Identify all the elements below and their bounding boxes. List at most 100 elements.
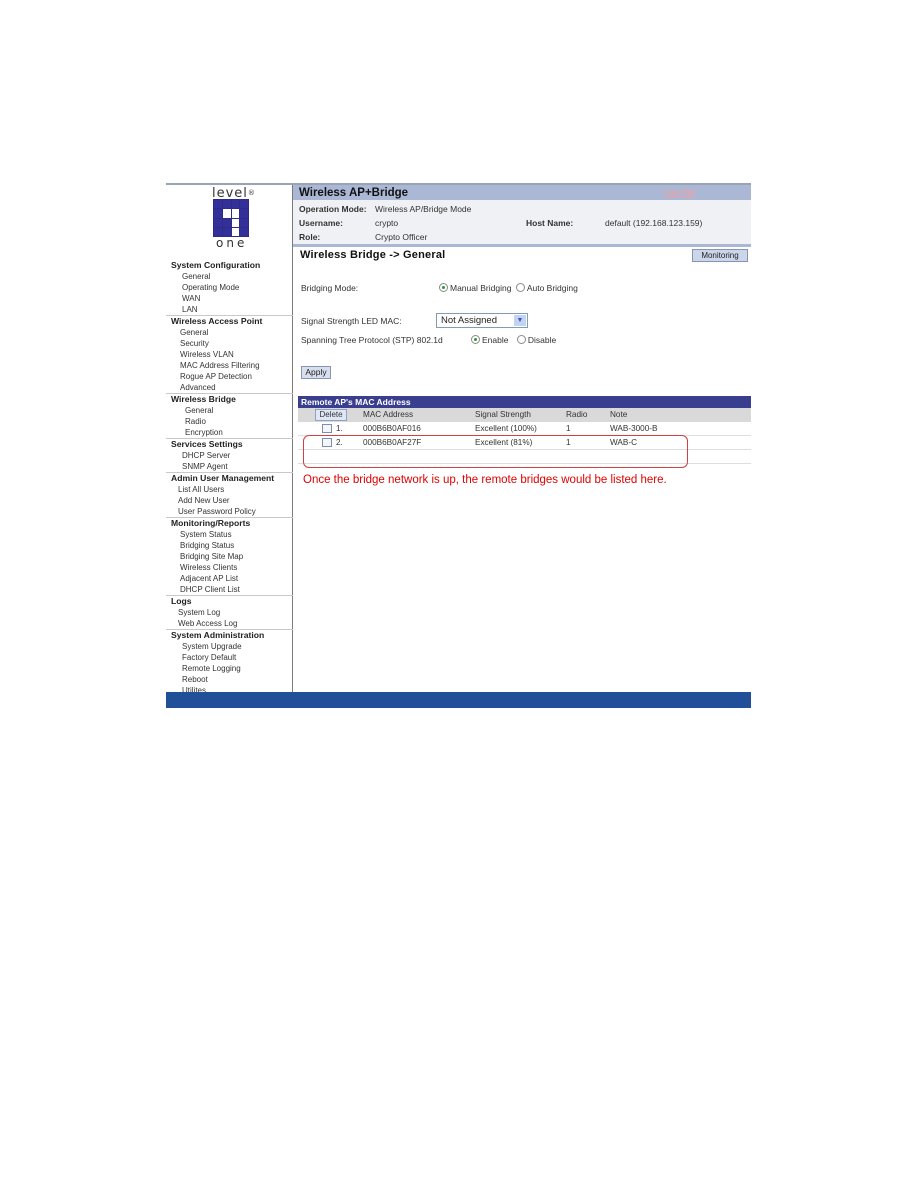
sidebar-item-mac-address-filtering[interactable]: MAC Address Filtering [166, 360, 293, 371]
sidebar-item-general[interactable]: General [166, 405, 293, 416]
sidebar-item-reboot[interactable]: Reboot [166, 674, 293, 685]
stp-label: Spanning Tree Protocol (STP) 802.1d [301, 335, 443, 345]
sidebar-section-heading: Services Settings [171, 439, 243, 449]
row-mac: 000B6B0AF27F [363, 438, 422, 447]
table-header-row: Delete MAC Address Signal Strength Radio… [298, 408, 751, 422]
led-mac-selected-value: Not Assigned [441, 315, 497, 326]
sidebar-item-general[interactable]: General [166, 271, 293, 282]
auto-bridging-radio[interactable] [515, 283, 525, 292]
monitoring-button[interactable]: Monitoring [692, 249, 748, 262]
logo-mark-icon [213, 199, 249, 237]
sidebar-nav: System Configuration General Operating Mod… [166, 260, 293, 696]
logout-link[interactable]: Log Out [664, 188, 695, 197]
row-signal: Excellent (81%) [475, 438, 533, 447]
sidebar-item-system-upgrade[interactable]: System Upgrade [166, 641, 293, 652]
sidebar-section: System Administration System Upgrade Facto… [166, 629, 293, 696]
sidebar-item-dhcp-server[interactable]: DHCP Server [166, 450, 293, 461]
sidebar-item-wireless-vlan[interactable]: Wireless VLAN [166, 349, 293, 360]
sidebar-item-snmp-agent[interactable]: SNMP Agent [166, 461, 293, 472]
sidebar-item-add-new-user[interactable]: Add New User [166, 495, 293, 506]
sidebar-item-system-status[interactable]: System Status [166, 529, 293, 540]
sidebar-item-security[interactable]: Security [166, 338, 293, 349]
operation-mode-label: Operation Mode: [299, 204, 367, 214]
sidebar-item-radio[interactable]: Radio [166, 416, 293, 427]
column-header-note: Note [610, 410, 628, 419]
apply-button[interactable]: Apply [301, 366, 331, 379]
operation-mode-row: Operation Mode: Wireless AP/Bridge Mode [299, 202, 745, 216]
sidebar-section: Admin User Management List All Users Add N… [166, 472, 293, 517]
sidebar-section: Wireless Access Point General Security Wire… [166, 315, 293, 393]
stp-disable-radio[interactable] [516, 335, 526, 344]
sidebar-item-lan[interactable]: LAN [166, 304, 293, 315]
page-header: Wireless Bridge -> General Monitoring [293, 247, 751, 265]
sidebar-item-bridging-site-map[interactable]: Bridging Site Map [166, 551, 293, 562]
footer-bar [166, 692, 751, 708]
column-header-radio: Radio [566, 410, 588, 419]
sidebar-section: Logs System Log Web Access Log [166, 595, 293, 629]
sidebar-section: Monitoring/Reports System Status Bridging … [166, 517, 293, 595]
title-bar: Wireless AP+Bridge Log Out [293, 185, 751, 200]
main-panel: Wireless AP+Bridge Log Out Operation Mod… [293, 185, 751, 692]
chevron-down-icon[interactable]: ▼ [514, 315, 526, 326]
sidebar-item-list-all-users[interactable]: List All Users [166, 484, 293, 495]
sidebar-item-encryption[interactable]: Encryption [166, 427, 293, 438]
table-row: 2. 000B6B0AF27F Excellent (81%) 1 WAB-C [298, 436, 751, 450]
username-value: crypto [375, 218, 399, 228]
remote-ap-table-title: Remote AP's MAC Address [298, 396, 751, 408]
sidebar-section: Wireless Bridge General Radio Encryption [166, 393, 293, 438]
stp-disable-label[interactable]: Disable [528, 335, 556, 345]
role-label: Role: [299, 232, 321, 242]
sidebar-item-advanced[interactable]: Advanced [166, 382, 293, 393]
led-mac-select[interactable]: Not Assigned ▼ [436, 313, 528, 328]
sidebar-item-user-password-policy[interactable]: User Password Policy [166, 506, 293, 517]
auto-bridging-label[interactable]: Auto Bridging [527, 283, 578, 293]
sidebar-item-general[interactable]: General [166, 327, 293, 338]
row-checkbox[interactable] [322, 438, 332, 447]
sidebar-section-heading: Logs [171, 596, 192, 606]
delete-button[interactable]: Delete [315, 409, 347, 421]
sidebar-item-wireless-clients[interactable]: Wireless Clients [166, 562, 293, 573]
sidebar-section-heading: Monitoring/Reports [171, 518, 251, 528]
sidebar-item-rogue-ap-detection[interactable]: Rogue AP Detection [166, 371, 293, 382]
sidebar-item-adjacent-ap-list[interactable]: Adjacent AP List [166, 573, 293, 584]
bridging-mode-label: Bridging Mode: [301, 283, 359, 293]
led-mac-label: Signal Strength LED MAC: [301, 316, 402, 326]
bridging-mode-options: Manual Bridging Auto Bridging [439, 283, 580, 293]
sidebar-section: Services Settings DHCP Server SNMP Agent [166, 438, 293, 472]
router-admin-window: level® one System Configuration General Op… [166, 183, 751, 708]
role-row: Role: Crypto Officer [299, 230, 745, 244]
sidebar-item-wan[interactable]: WAN [166, 293, 293, 304]
row-note: WAB-C [610, 438, 637, 447]
sidebar: level® one System Configuration General Op… [166, 185, 293, 695]
stp-enable-label[interactable]: Enable [482, 335, 508, 345]
username-row: Username: crypto Host Name: default (192… [299, 216, 745, 230]
row-checkbox[interactable] [322, 424, 332, 433]
row-radio: 1 [566, 424, 571, 433]
column-header-mac: MAC Address [363, 410, 414, 419]
device-info: Operation Mode: Wireless AP/Bridge Mode … [293, 200, 751, 247]
stp-enable-radio[interactable] [471, 335, 480, 344]
sidebar-section-heading: System Administration [171, 630, 265, 640]
host-name-label: Host Name: [526, 218, 574, 228]
sidebar-section-heading: Wireless Bridge [171, 394, 236, 404]
role-value: Crypto Officer [375, 232, 428, 242]
sidebar-item-factory-default[interactable]: Factory Default [166, 652, 293, 663]
sidebar-item-web-access-log[interactable]: Web Access Log [166, 618, 293, 629]
row-radio: 1 [566, 438, 571, 447]
app-title: Wireless AP+Bridge [299, 186, 409, 199]
remote-ap-table: Remote AP's MAC Address Delete MAC Addre… [298, 396, 751, 468]
manual-bridging-label[interactable]: Manual Bridging [450, 283, 511, 293]
sidebar-item-remote-logging[interactable]: Remote Logging [166, 663, 293, 674]
sidebar-section-heading: System Configuration [171, 260, 261, 270]
sidebar-item-operating-mode[interactable]: Operating Mode [166, 282, 293, 293]
table-row: 1. 000B6B0AF016 Excellent (100%) 1 WAB-3… [298, 422, 751, 436]
manual-bridging-radio[interactable] [439, 283, 448, 292]
sidebar-item-dhcp-client-list[interactable]: DHCP Client List [166, 584, 293, 595]
sidebar-item-bridging-status[interactable]: Bridging Status [166, 540, 293, 551]
username-label: Username: [299, 218, 343, 228]
row-index: 2. [336, 438, 343, 447]
levelone-logo: level® one [208, 187, 258, 249]
sidebar-item-system-log[interactable]: System Log [166, 607, 293, 618]
row-mac: 000B6B0AF016 [363, 424, 421, 433]
sidebar-section: System Configuration General Operating Mod… [166, 260, 293, 315]
